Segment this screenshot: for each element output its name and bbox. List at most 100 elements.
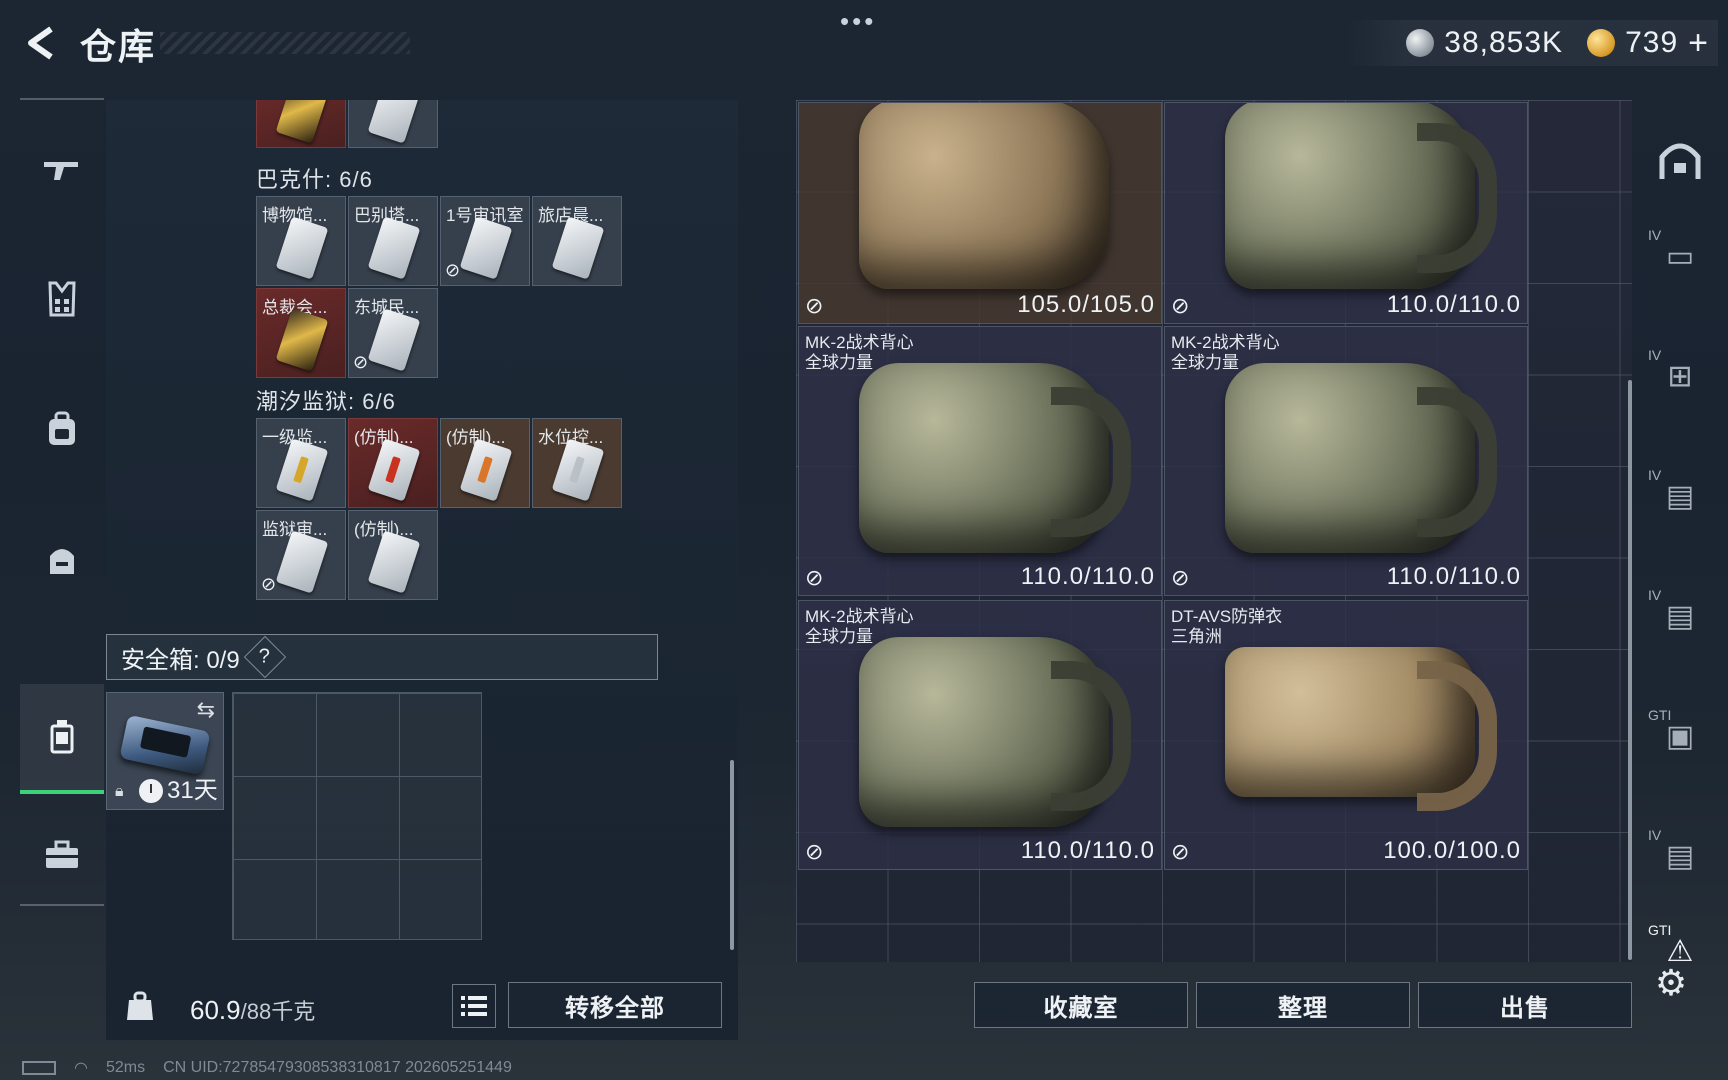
help-button[interactable]: ?: [243, 635, 286, 679]
no-trade-icon: ⊘: [353, 352, 369, 372]
keycard-slot[interactable]: 旅店晨...: [532, 196, 622, 286]
keycard-slot[interactable]: 监狱审... ⊘: [256, 510, 346, 600]
title-decoration: [160, 32, 410, 54]
transfer-all-button[interactable]: 转移全部: [508, 982, 722, 1028]
stash-tab-home[interactable]: [1640, 110, 1720, 210]
list-view-button[interactable]: [452, 984, 496, 1028]
group-label-bakshi: 巴克什: 6/6: [256, 167, 373, 192]
storage-search-icon: ▭: [1665, 239, 1695, 273]
stash-tab-7[interactable]: IV ▤: [1640, 800, 1720, 900]
sell-button[interactable]: 出售: [1418, 982, 1632, 1028]
vest-name: MK-2战术背心 全球力量: [1171, 333, 1280, 372]
lock-icon: 🔒︎: [115, 783, 124, 800]
list-icon: [461, 996, 487, 1016]
vest-durability: 110.0/110.0: [1020, 837, 1155, 864]
keycard-slot[interactable]: 巴别塔...: [348, 196, 438, 286]
keycard-slot[interactable]: (仿制)...: [440, 418, 530, 508]
helmet-bag-icon: [50, 549, 74, 574]
stash-tab-3[interactable]: IV ⊞: [1640, 320, 1720, 420]
vest-item[interactable]: DT-AVS防弹衣 三角洲 ⊘ 100.0/100.0: [1164, 600, 1528, 870]
tab-tag: IV: [1648, 226, 1662, 243]
vest-name: MK-2战术背心 全球力量: [805, 607, 914, 646]
stash-tabs: IV ▭ IV ⊞ IV ▤ IV ▤ GTI ▣ IV ▤ GTI ⚠: [1640, 100, 1720, 968]
safe-box-duration: 31天: [167, 777, 218, 804]
no-trade-icon: ⊘: [1171, 565, 1190, 590]
keycard-slot[interactable]: 东城民... ⊘: [348, 288, 438, 378]
gold-coin-icon: [1587, 29, 1616, 57]
settings-button[interactable]: ⚙: [1648, 960, 1694, 1006]
more-options-icon[interactable]: •••: [840, 6, 876, 37]
silver-coin-icon: [1406, 29, 1435, 57]
nav-chest-rig[interactable]: [20, 504, 104, 614]
home-icon: [1659, 143, 1701, 179]
keycard-icon: [367, 100, 421, 144]
safe-box-item[interactable]: ⇆ 🔒︎ 31天: [106, 692, 224, 810]
keycard-slot[interactable]: 1号审讯室 ⊘: [440, 196, 530, 286]
no-trade-icon: ⊘: [805, 293, 824, 318]
group-label-tidal-prison: 潮汐监狱: 6/6: [256, 389, 396, 414]
no-trade-icon: ⊘: [1171, 839, 1190, 864]
status-bar: ◠ 52ms CN UID:7278547930853831081​7 2026…: [22, 1058, 512, 1078]
storage-gear-icon: ▣: [1665, 719, 1695, 753]
keycard-slot[interactable]: 水位控...: [532, 418, 622, 508]
inventory-slot[interactable]: [256, 100, 346, 148]
keycard-icon: [275, 100, 329, 144]
rifle-icon: [44, 162, 78, 180]
sort-button[interactable]: 整理: [1196, 982, 1410, 1028]
back-button[interactable]: [18, 20, 64, 66]
inventory-slot[interactable]: [348, 100, 438, 148]
vest-durability: 110.0/110.0: [1386, 563, 1521, 590]
stash-tab-5[interactable]: IV ▤: [1640, 560, 1720, 660]
no-trade-icon: ⊘: [805, 565, 824, 590]
vest-item[interactable]: MK-2战术背心 全球力量 ⊘ 110.0/110.0: [798, 600, 1162, 870]
vest-durability: 100.0/100.0: [1383, 837, 1521, 864]
nav-weapons[interactable]: [20, 114, 104, 224]
keycard-slot[interactable]: 总裁会...: [256, 288, 346, 378]
add-currency-button[interactable]: +: [1688, 24, 1708, 63]
left-nav: [20, 98, 104, 906]
tab-tag: IV: [1648, 346, 1662, 363]
keycard-slot[interactable]: 一级监...: [256, 418, 346, 508]
keycard-slot[interactable]: (仿制)...: [348, 418, 438, 508]
no-trade-icon: ⊘: [805, 839, 824, 864]
stash-tab-2[interactable]: IV ▭: [1640, 200, 1720, 300]
uid-text: CN UID:7278547930853831081​7 20260525144…: [163, 1059, 512, 1076]
left-scrollbar[interactable]: [730, 760, 734, 950]
inventory-panel: 巴克什: 6/6 博物馆... 巴别塔... 1号审讯室 ⊘ 旅店晨... 总裁…: [106, 100, 738, 1040]
keycard-slot[interactable]: (仿制)...: [348, 510, 438, 600]
no-trade-icon: ⊘: [445, 260, 461, 280]
weight-current: 60.9: [190, 995, 241, 1025]
nav-backpack[interactable]: [20, 374, 104, 484]
stash-tab-4[interactable]: IV ▤: [1640, 440, 1720, 540]
collection-room-button[interactable]: 收藏室: [974, 982, 1188, 1028]
weight-max: /88千克: [240, 999, 316, 1024]
backpack-icon: [49, 411, 75, 445]
nav-armor[interactable]: [20, 244, 104, 354]
vest-item[interactable]: MK-2战术背心 全球力量 ⊘ 110.0/110.0: [798, 326, 1162, 596]
stash-scrollbar[interactable]: [1628, 380, 1632, 960]
keycard-slot[interactable]: 博物馆...: [256, 196, 346, 286]
no-trade-icon: ⊘: [261, 574, 277, 594]
nav-briefcase[interactable]: [20, 800, 104, 910]
storage-add-icon: ⊞: [1667, 359, 1693, 393]
gear-icon: ⚙: [1654, 962, 1688, 1003]
storage-folder-icon: ▤: [1665, 839, 1695, 873]
vest-item[interactable]: MK-2战术背心 全球力量 ⊘ 110.0/110.0: [1164, 326, 1528, 596]
battery-icon: [22, 1061, 56, 1075]
vest-item[interactable]: ⊘ 105.0/105.0: [798, 102, 1162, 324]
stash-tab-6[interactable]: GTI ▣: [1640, 680, 1720, 780]
armor-icon: [48, 281, 76, 317]
gold-currency-amount: 739: [1625, 26, 1679, 59]
silver-currency-amount: 38,853K: [1444, 26, 1564, 59]
nav-safe-box[interactable]: [20, 684, 104, 794]
briefcase-icon: [46, 840, 78, 868]
vest-item[interactable]: ⊘ 110.0/110.0: [1164, 102, 1528, 324]
help-icon: ?: [259, 645, 271, 668]
vest-name: MK-2战术背心 全球力量: [805, 333, 914, 372]
vest-name: DT-AVS防弹衣 三角洲: [1171, 607, 1283, 646]
no-trade-icon: ⊘: [1171, 293, 1190, 318]
back-arrow-icon: [28, 26, 53, 60]
swap-icon[interactable]: ⇆: [197, 697, 215, 723]
safe-box-grid[interactable]: [232, 692, 482, 940]
vest-durability: 105.0/105.0: [1017, 291, 1155, 318]
